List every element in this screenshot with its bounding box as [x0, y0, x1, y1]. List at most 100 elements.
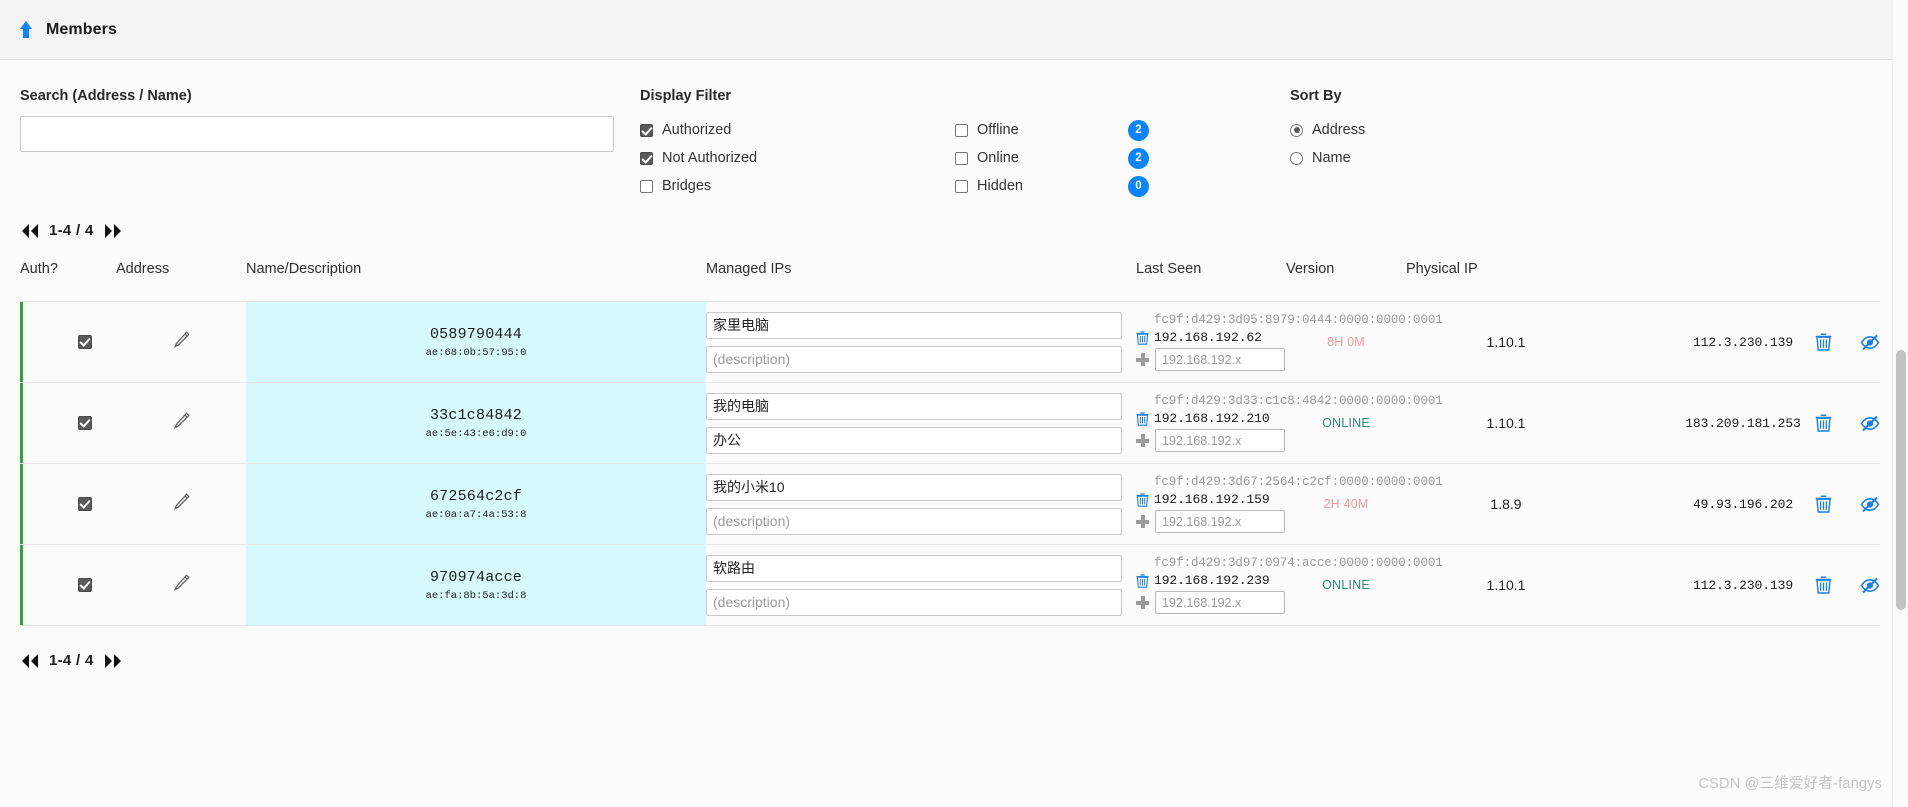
managed-ipv4-row: 192.168.192.210 — [1136, 411, 1286, 426]
member-description-input[interactable] — [706, 588, 1122, 616]
trash-icon[interactable] — [1815, 414, 1832, 432]
sort-by-section: Sort By Address Name — [1290, 88, 1888, 200]
member-description-input[interactable] — [706, 507, 1122, 535]
pagination-bottom: 1-4 / 4 — [0, 626, 1908, 683]
cell-auth — [20, 545, 116, 626]
member-address: 33c1c84842 — [429, 406, 522, 424]
plus-icon[interactable] — [1136, 515, 1149, 528]
cell-edit — [116, 545, 246, 626]
radio-address[interactable] — [1290, 123, 1303, 137]
chevron-double-left-icon-bottom[interactable] — [20, 653, 40, 669]
eye-slash-icon[interactable] — [1860, 496, 1880, 513]
trash-icon[interactable] — [1136, 330, 1149, 345]
chevron-double-right-icon[interactable] — [103, 223, 123, 239]
managed-ipv6: fc9f:d429:3d05:8979:0444:0000:0000:0001 — [1154, 313, 1443, 327]
checkbox-not-authorized[interactable] — [640, 151, 653, 165]
member-version: 1.8.9 — [1490, 496, 1522, 512]
pencil-icon[interactable] — [170, 491, 192, 518]
trash-icon[interactable] — [1136, 573, 1149, 588]
member-name-input[interactable] — [706, 473, 1122, 501]
address-cell[interactable]: 672564c2cf ae:0a:a7:4a:53:8 — [246, 464, 706, 544]
sort-option-address[interactable]: Address — [1290, 116, 1888, 144]
trash-icon[interactable] — [1136, 492, 1149, 507]
managed-ip-add-input[interactable] — [1155, 348, 1285, 371]
filter-item-online[interactable]: Online 2 — [955, 144, 1245, 172]
filter-item-not-authorized[interactable]: Not Authorized — [640, 144, 955, 172]
column-header-name: Name/Description — [246, 253, 706, 302]
managed-ips-cell: fc9f:d429:3d33:c1c8:4842:0000:0000:0001 … — [1136, 394, 1443, 452]
managed-ips-cell: fc9f:d429:3d97:0974:acce:0000:0000:0001 … — [1136, 556, 1443, 614]
cell-address: 672564c2cf ae:0a:a7:4a:53:8 — [246, 464, 706, 545]
managed-ipv6: fc9f:d429:3d33:c1c8:4842:0000:0000:0001 — [1154, 394, 1443, 408]
vertical-scrollbar[interactable] — [1892, 0, 1908, 807]
member-description-input[interactable] — [706, 426, 1122, 454]
checkbox-authorized[interactable] — [640, 123, 653, 137]
eye-slash-icon[interactable] — [1860, 334, 1880, 351]
member-mac: ae:5e:43:e6:d9:0 — [425, 427, 527, 440]
managed-ips-cell: fc9f:d429:3d05:8979:0444:0000:0000:0001 … — [1136, 313, 1443, 371]
checkbox-offline[interactable] — [955, 123, 968, 137]
radio-name[interactable] — [1290, 151, 1303, 165]
plus-icon[interactable] — [1136, 596, 1149, 609]
arrow-up-icon[interactable] — [20, 20, 36, 39]
member-description-input[interactable] — [706, 345, 1122, 373]
row-authorized-checkbox[interactable] — [78, 497, 92, 511]
plus-icon[interactable] — [1136, 434, 1149, 447]
sort-option-name[interactable]: Name — [1290, 144, 1888, 172]
pencil-icon[interactable] — [170, 410, 192, 437]
plus-icon[interactable] — [1136, 353, 1149, 366]
member-name-input[interactable] — [706, 554, 1122, 582]
eye-slash-icon[interactable] — [1860, 415, 1880, 432]
row-authorized-checkbox[interactable] — [78, 416, 92, 430]
cell-managed-ips: fc9f:d429:3d97:0974:acce:0000:0000:0001 … — [1136, 545, 1443, 626]
checkbox-hidden[interactable] — [955, 179, 968, 193]
address-cell[interactable]: 33c1c84842 ae:5e:43:e6:d9:0 — [246, 383, 706, 463]
member-name-input[interactable] — [706, 311, 1122, 339]
column-header-last-seen: Last Seen — [1136, 253, 1286, 302]
display-filter-section: Display Filter Authorized Not Authorized… — [640, 88, 1290, 200]
cell-address: 33c1c84842 ae:5e:43:e6:d9:0 — [246, 383, 706, 464]
address-cell[interactable]: 970974acce ae:fa:8b:5a:3d:8 — [246, 545, 706, 625]
member-address: 970974acce — [429, 568, 522, 586]
search-input[interactable] — [20, 116, 614, 152]
managed-ip-add-row — [1136, 348, 1286, 371]
member-name-input[interactable] — [706, 392, 1122, 420]
column-header-address: Address — [116, 253, 246, 302]
trash-icon[interactable] — [1815, 333, 1832, 351]
pencil-icon[interactable] — [170, 572, 192, 599]
column-header-version: Version — [1286, 253, 1406, 302]
last-seen-status: 2H 40M — [1323, 497, 1369, 511]
checkbox-bridges[interactable] — [640, 179, 653, 193]
sort-label-address: Address — [1312, 122, 1366, 138]
search-section: Search (Address / Name) — [20, 88, 640, 200]
auth-cell — [20, 464, 116, 544]
cell-edit — [116, 383, 246, 464]
filter-item-hidden[interactable]: Hidden 0 — [955, 172, 1245, 200]
name-description-cell — [706, 392, 1136, 454]
member-physical-ip: 112.3.230.139 — [1692, 334, 1794, 350]
trash-icon[interactable] — [1815, 495, 1832, 513]
chevron-double-right-icon-bottom[interactable] — [103, 653, 123, 669]
pencil-icon[interactable] — [170, 329, 192, 356]
address-cell[interactable]: 0589790444 ae:68:0b:57:95:0 — [246, 302, 706, 382]
managed-ip-add-input[interactable] — [1155, 510, 1285, 533]
trash-icon[interactable] — [1136, 411, 1149, 426]
cell-edit — [116, 464, 246, 545]
column-header-auth: Auth? — [20, 253, 116, 302]
vertical-scrollbar-thumb[interactable] — [1896, 350, 1906, 610]
filter-item-bridges[interactable]: Bridges — [640, 172, 955, 200]
chevron-double-left-icon[interactable] — [20, 223, 40, 239]
eye-slash-icon[interactable] — [1860, 577, 1880, 594]
trash-icon[interactable] — [1815, 576, 1832, 594]
filter-item-authorized[interactable]: Authorized — [640, 116, 955, 144]
cell-auth — [20, 383, 116, 464]
filter-item-offline[interactable]: Offline 2 — [955, 116, 1245, 144]
badge-offline-count: 2 — [1128, 119, 1149, 141]
managed-ip-add-input[interactable] — [1155, 591, 1285, 614]
checkbox-online[interactable] — [955, 151, 968, 165]
row-authorized-checkbox[interactable] — [78, 578, 92, 592]
managed-ip-add-input[interactable] — [1155, 429, 1285, 452]
row-authorized-checkbox[interactable] — [78, 335, 92, 349]
table-row: 970974acce ae:fa:8b:5a:3d:8 fc9f:d429:3d… — [20, 544, 1880, 626]
badge-online-count: 2 — [1128, 147, 1149, 169]
